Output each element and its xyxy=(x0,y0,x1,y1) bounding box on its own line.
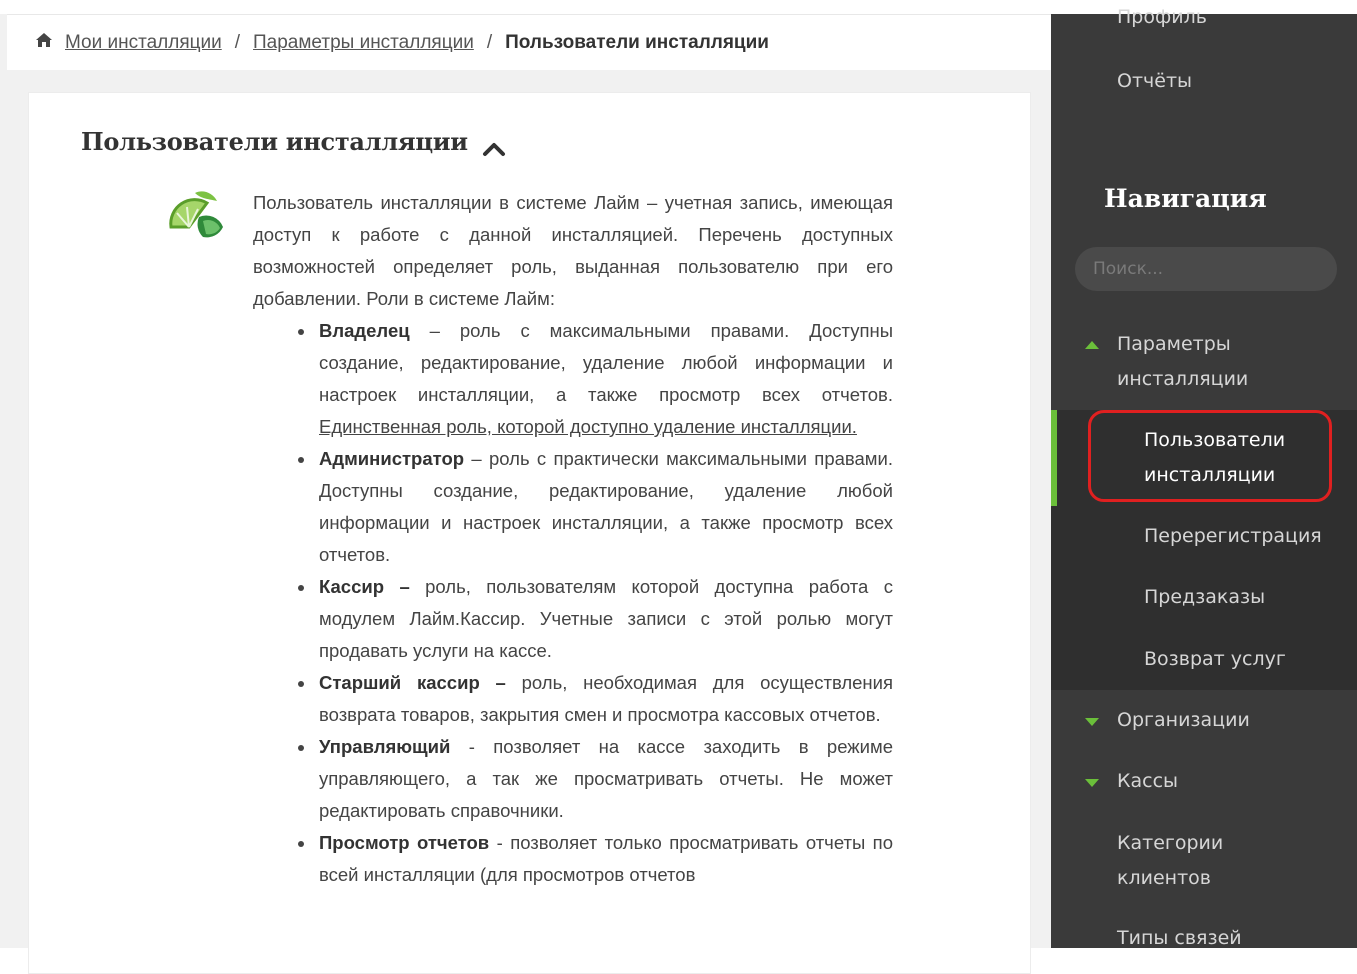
highlight-annotation xyxy=(1088,410,1332,502)
sidebar-item-link-types[interactable]: Типы связей xyxy=(1117,921,1242,956)
content-card: Пользователи инсталляции Пользователь ин… xyxy=(28,92,1031,974)
sidebar: Профиль Отчёты Навигация Параметры инста… xyxy=(1051,0,1357,949)
roles-list: Владелец – роль с максимальными правами.… xyxy=(253,315,893,891)
section-title-text: Пользователи инсталляции xyxy=(81,127,468,156)
sidebar-item-installation-params[interactable]: Параметры инсталляции xyxy=(1117,327,1317,397)
breadcrumb: Мои инсталляции / Параметры инсталляции … xyxy=(7,14,1051,70)
sidebar-link-profile[interactable]: Профиль xyxy=(1117,6,1207,28)
list-item: Кассир – роль, пользователям которой дос… xyxy=(298,571,893,667)
list-item: Старший кассир – роль, необходимая для о… xyxy=(298,667,893,731)
breadcrumb-current: Пользователи инсталляции xyxy=(505,31,769,53)
sidebar-item-client-categories[interactable]: Категории клиентов xyxy=(1117,826,1267,896)
top-strip xyxy=(0,0,1051,14)
role-name: Управляющий xyxy=(319,736,451,757)
sidebar-item-organizations[interactable]: Организации xyxy=(1117,703,1250,738)
triangle-up-icon xyxy=(1085,341,1099,349)
sidebar-item-service-returns[interactable]: Возврат услуг xyxy=(1144,642,1286,677)
search-input[interactable] xyxy=(1075,247,1337,291)
list-item: Владелец – роль с максимальными правами.… xyxy=(298,315,893,443)
breadcrumb-separator: / xyxy=(234,31,241,53)
sidebar-item-cashboxes[interactable]: Кассы xyxy=(1117,764,1178,799)
breadcrumb-link-my-installations[interactable]: Мои инсталляции xyxy=(65,32,222,54)
triangle-down-icon xyxy=(1085,718,1099,726)
role-name: Владелец xyxy=(319,320,410,341)
breadcrumb-separator: / xyxy=(486,31,493,53)
description: Пользователь инсталляции в системе Лайм … xyxy=(253,187,893,891)
role-note: Единственная роль, которой доступно удал… xyxy=(319,416,857,437)
list-item: Администратор – роль с практически макси… xyxy=(298,443,893,571)
active-indicator xyxy=(1051,410,1057,506)
nav-title: Навигация xyxy=(1104,184,1267,213)
chevron-up-icon[interactable] xyxy=(482,134,506,156)
intro-paragraph: Пользователь инсталляции в системе Лайм … xyxy=(253,192,893,309)
section-title[interactable]: Пользователи инсталляции xyxy=(81,127,506,156)
home-icon[interactable] xyxy=(35,32,53,53)
lime-logo-icon xyxy=(165,187,227,239)
triangle-down-icon xyxy=(1085,779,1099,787)
breadcrumb-link-installation-params[interactable]: Параметры инсталляции xyxy=(253,32,474,54)
role-name: Старший кассир – xyxy=(319,672,506,693)
role-name: Кассир – xyxy=(319,576,410,597)
sidebar-item-preorders[interactable]: Предзаказы xyxy=(1144,580,1265,615)
sidebar-link-reports[interactable]: Отчёты xyxy=(1117,70,1192,92)
role-name: Просмотр отчетов xyxy=(319,832,490,853)
sidebar-item-reregistration[interactable]: Перерегистрация xyxy=(1144,519,1322,554)
list-item: Управляющий - позволяет на кассе заходит… xyxy=(298,731,893,827)
list-item: Просмотр отчетов - позволяет только прос… xyxy=(298,827,893,891)
main-area: Мои инсталляции / Параметры инсталляции … xyxy=(0,0,1051,974)
role-name: Администратор xyxy=(319,448,465,469)
